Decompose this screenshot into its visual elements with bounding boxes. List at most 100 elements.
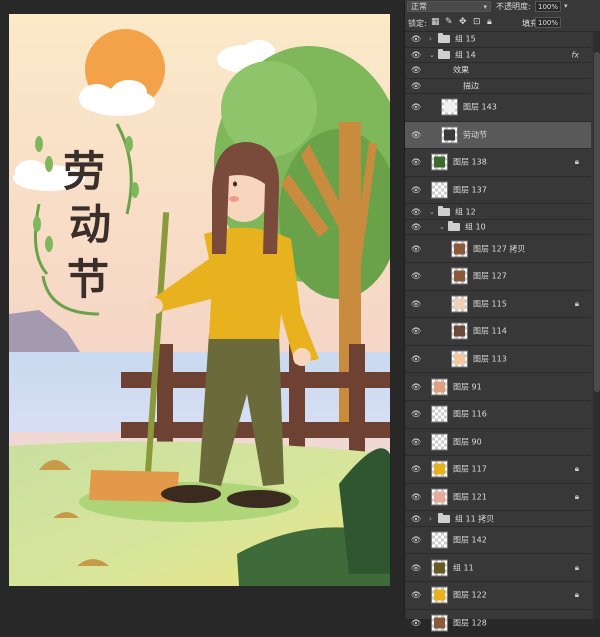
eye-icon[interactable]: 👁︎ [409,158,423,167]
lock-icon: 🔒︎ [574,157,579,167]
layer-row[interactable]: 👁︎ ⌄ 组 14 fx [405,48,591,63]
layer-row[interactable]: 👁︎ 图层 116 [405,401,591,429]
chevron-down-icon[interactable]: ⌄ [429,51,435,59]
eye-icon[interactable]: 👁︎ [409,465,423,474]
eye-icon[interactable]: 👁︎ [409,66,423,75]
eye-icon[interactable]: 👁︎ [409,35,423,44]
chevron-down-icon[interactable]: ⌄ [439,223,445,231]
lock-icon: 🔒︎ [574,464,579,474]
eye-icon[interactable]: 👁︎ [409,618,423,627]
water [9,352,390,432]
eye-icon[interactable]: 👁︎ [409,186,423,195]
layer-name: 图层 115 [473,299,507,309]
lock-icon: 🔒︎ [574,298,579,308]
eye-icon[interactable]: 👁︎ [409,514,423,523]
chevron-down-icon: ▾ [483,3,487,11]
layer-name: 图层 113 [473,354,507,364]
blend-mode-select[interactable]: 正常 ▾ [407,1,491,12]
fill-input[interactable]: 100% [535,17,561,28]
eye-icon[interactable]: 👁︎ [409,563,423,572]
layer-name: 图层 90 [453,437,482,447]
eye-icon[interactable]: 👁︎ [409,81,423,90]
layer-name: 组 15 [455,34,476,44]
lock-all-icon[interactable]: 🔒︎ [487,17,492,27]
layer-thumbnail [451,240,468,258]
layer-name: 组 11 [453,563,474,573]
layer-row[interactable]: 👁︎ 图层 143 [405,94,591,122]
eye-icon[interactable]: 👁︎ [409,437,423,446]
opacity-input[interactable]: 100% [535,1,561,12]
chevron-right-icon[interactable]: › [429,515,432,523]
eye-icon[interactable]: 👁︎ [409,244,423,253]
title-text: 劳 动 节 [63,147,111,304]
layer-thumbnail [431,559,448,577]
opacity-label: 不透明度: [496,2,531,11]
eye-icon[interactable]: 👁︎ [409,591,423,600]
layer-row[interactable]: 👁︎ 效果 [405,63,591,79]
eye-icon[interactable]: 👁︎ [409,207,423,216]
layer-name: 劳动节 [463,130,487,140]
layer-row[interactable]: 👁︎ ⌄ 组 12 [405,204,591,220]
layer-row[interactable]: 👁︎ 劳动节 [405,121,591,150]
folder-icon [438,205,450,216]
eye-icon[interactable]: 👁︎ [409,327,423,336]
layer-row[interactable]: 👁︎ 图层 142 [405,527,591,555]
lock-paint-icon[interactable]: ✎ [445,17,453,27]
document-canvas[interactable]: 劳 动 节 [0,0,404,619]
fx-icon[interactable]: fx [571,50,579,59]
folder-icon [438,33,450,44]
layer-row[interactable]: 👁︎ 图层 122 🔒︎ [405,582,591,610]
chevron-down-icon[interactable]: ⌄ [429,208,435,216]
layer-thumbnail [431,378,448,396]
folder-icon [438,48,450,59]
lock-icon: 🔒︎ [574,492,579,502]
layer-row[interactable]: 👁︎ 描边 [405,79,591,94]
lock-transparent-icon[interactable]: ▦ [431,17,440,27]
lock-label: 锁定: [408,19,427,28]
layer-row[interactable]: 👁︎ 图层 127 [405,263,591,291]
layer-thumbnail [441,126,458,144]
layer-name: 图层 91 [453,382,482,392]
eye-icon[interactable]: 👁︎ [409,410,423,419]
eye-icon[interactable]: 👁︎ [409,272,423,281]
layer-row[interactable]: 👁︎ 图层 137 [405,177,591,205]
layer-name: 图层 142 [453,535,487,545]
eye-icon[interactable]: 👁︎ [409,493,423,502]
lock-move-icon[interactable]: ✥ [459,17,467,27]
eye-icon[interactable]: 👁︎ [409,50,423,59]
layer-thumbnail [431,488,448,506]
eye-icon[interactable]: 👁︎ [409,382,423,391]
layer-row[interactable]: 👁︎ ⌄ 组 10 [405,220,591,236]
opacity-chevron-icon[interactable]: ▾ [564,1,568,12]
layers-scrollbar[interactable] [593,32,600,619]
layer-thumbnail [431,181,448,199]
eye-icon[interactable]: 👁︎ [409,103,423,112]
eye-icon[interactable]: 👁︎ [409,355,423,364]
layer-name: 图层 143 [463,102,497,112]
layer-row[interactable]: 👁︎ › 组 11 拷贝 [405,511,591,527]
layer-row[interactable]: 👁︎ 图层 127 拷贝 [405,235,591,263]
layer-row[interactable]: 👁︎ 图层 114 [405,318,591,346]
chevron-right-icon[interactable]: › [429,35,432,43]
layer-row[interactable]: 👁︎ 图层 90 [405,429,591,457]
lock-artboard-icon[interactable]: ⊡ [473,17,481,27]
eye-icon[interactable]: 👁︎ [409,130,423,139]
layer-row[interactable]: 👁︎ 图层 91 [405,373,591,401]
scrollbar-thumb[interactable] [594,52,600,392]
layer-row[interactable]: 👁︎ 图层 128 [405,610,591,637]
folder-icon [438,512,450,523]
layer-row[interactable]: 👁︎ 图层 115 🔒︎ [405,291,591,319]
layer-list: 👁︎ › 组 15 👁︎ ⌄ 组 14 fx 👁︎ 效果 👁︎ 描边 👁︎ 图层 143 👁︎ 劳动节 👁︎ 图… [405,32,591,637]
layer-row[interactable]: 👁︎ 图层 138 🔒︎ [405,149,591,177]
eye-icon[interactable]: 👁︎ [409,536,423,545]
layer-thumbnail [451,350,468,368]
layer-row[interactable]: 👁︎ 组 11 🔒︎ [405,554,591,582]
eye-icon[interactable]: 👁︎ [409,299,423,308]
layer-row[interactable]: 👁︎ 图层 117 🔒︎ [405,456,591,484]
layer-thumbnail [431,531,448,549]
layer-row[interactable]: 👁︎ 图层 113 [405,346,591,374]
layer-row[interactable]: 👁︎ › 组 15 [405,32,591,48]
layer-thumbnail [431,153,448,171]
layer-row[interactable]: 👁︎ 图层 121 🔒︎ [405,484,591,512]
eye-icon[interactable]: 👁︎ [409,223,423,232]
